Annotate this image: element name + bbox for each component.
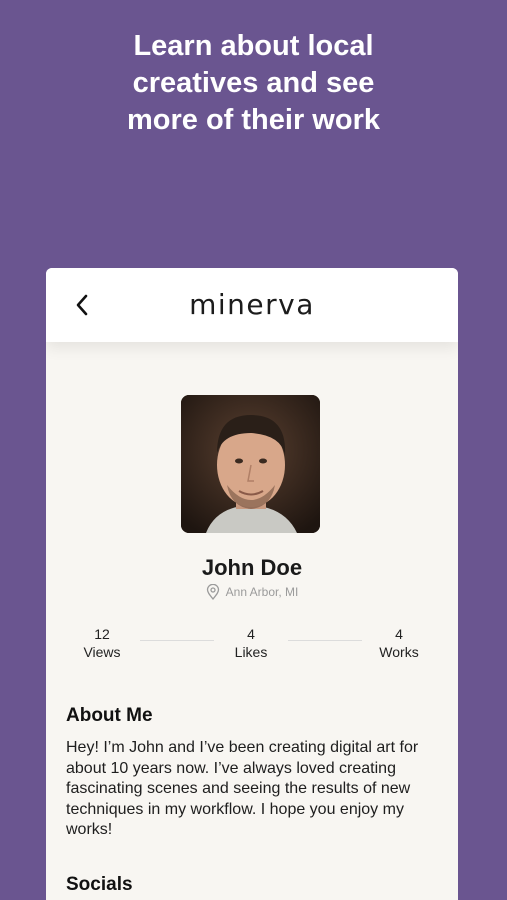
about-heading: About Me	[66, 705, 153, 726]
socials-heading: Socials	[66, 874, 133, 895]
about-text: Hey! I’m John and I’ve been creating dig…	[66, 739, 419, 838]
profile-location: Ann Arbor, MI	[46, 584, 458, 600]
profile-photo	[181, 395, 320, 533]
stat-likes: 4 Likes	[221, 625, 281, 661]
promo-headline: Learn about local creatives and see more…	[0, 28, 507, 139]
likes-label: Likes	[234, 644, 268, 660]
stat-views: 12 Views	[72, 625, 132, 661]
headline-line-2: creatives and see	[132, 67, 375, 99]
likes-count: 4	[247, 626, 255, 642]
views-count: 12	[94, 626, 110, 642]
stats-divider	[140, 640, 214, 641]
views-label: Views	[83, 644, 121, 660]
app-bar: minerva	[46, 268, 458, 342]
location-pin-icon	[206, 584, 219, 600]
stats-divider	[288, 640, 362, 641]
profile-stats: 12 Views 4 Likes 4 Works	[68, 625, 436, 665]
app-logo: minerva	[189, 288, 315, 321]
location-text: Ann Arbor, MI	[225, 585, 299, 599]
avatar	[181, 395, 320, 533]
profile-name: John Doe	[201, 555, 303, 580]
headline-line-1: Learn about local	[133, 30, 374, 62]
works-count: 4	[395, 626, 403, 642]
phone-screen: minerva John Doe Ann Arbor, MI 12 Views …	[46, 268, 458, 900]
headline-line-3: more of their work	[127, 104, 380, 136]
works-label: Works	[379, 644, 419, 660]
stat-works[interactable]: 4 Works	[369, 625, 429, 661]
